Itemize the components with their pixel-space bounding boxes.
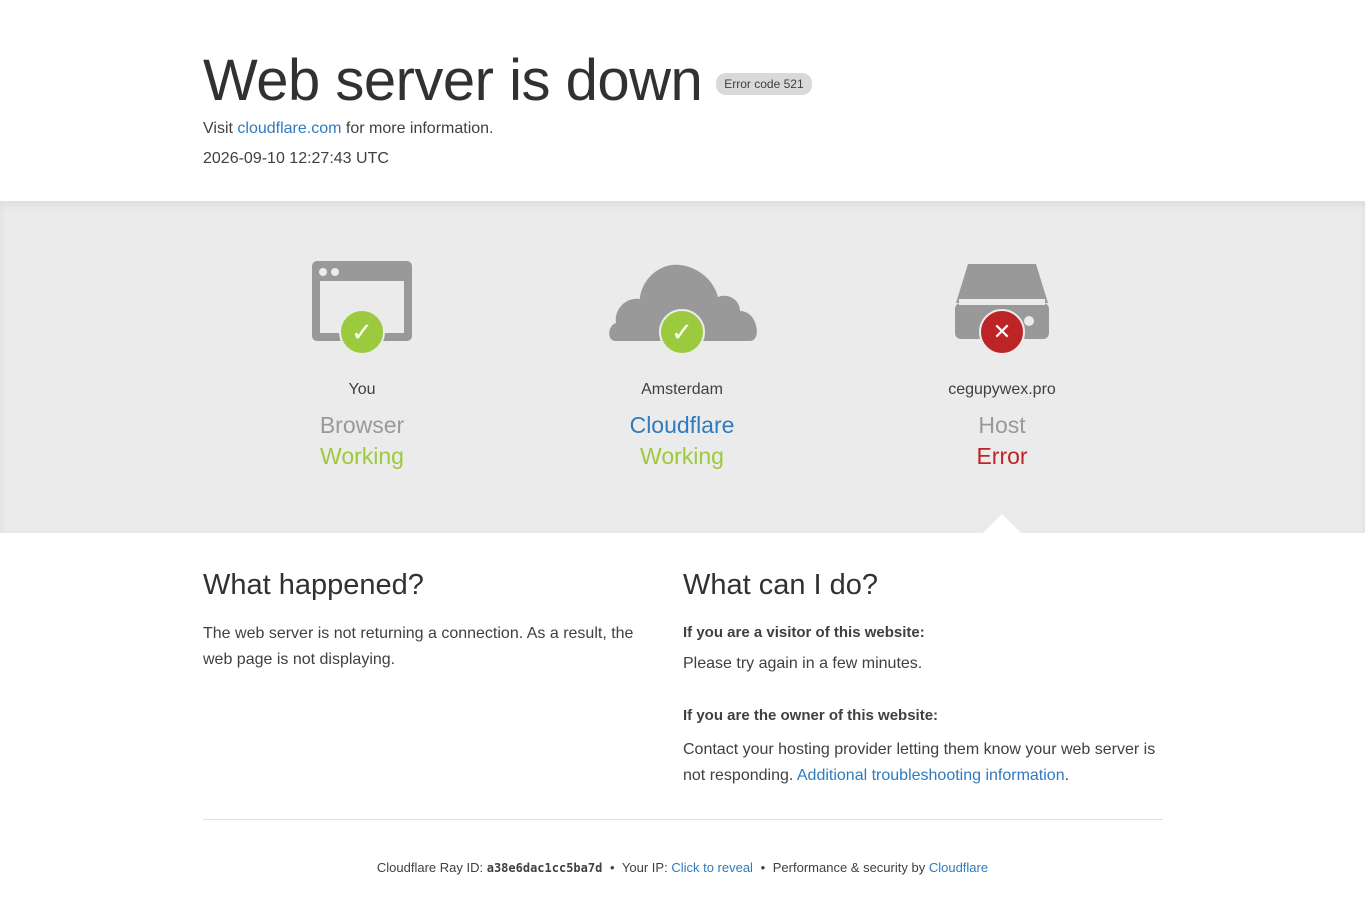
title-row: Web server is down Error code 521 — [203, 46, 812, 116]
cross-icon: ✕ — [979, 309, 1025, 355]
host-kind: Host — [978, 412, 1026, 438]
info-section: What happened? The web server is not ret… — [0, 533, 1365, 819]
visit-line: Visit cloudflare.com for more informatio… — [203, 120, 494, 138]
footer-bullet: • — [609, 860, 615, 875]
error-pointer-notch — [982, 514, 1022, 534]
host-location: cegupywex.pro — [948, 381, 1056, 398]
cloudflare-location: Amsterdam — [641, 381, 723, 398]
timestamp: 2026-09-10 12:27:43 UTC — [203, 150, 389, 167]
visit-prefix: Visit — [203, 120, 233, 137]
what-happened-heading: What happened? — [203, 569, 424, 601]
cloudflare-link[interactable]: cloudflare.com — [237, 120, 341, 137]
footer-cloudflare-link[interactable]: Cloudflare — [929, 860, 988, 875]
perf-label: Performance & security by — [772, 860, 926, 875]
visit-suffix: for more information. — [345, 120, 494, 137]
visitor-answer: Please try again in a few minutes. — [683, 655, 923, 672]
browser-location: You — [348, 381, 376, 398]
browser-state: Working — [320, 443, 404, 469]
footer: Cloudflare Ray ID: a38e6dac1cc5ba7d • Yo… — [0, 860, 1365, 875]
owner-answer: Contact your hosting provider letting th… — [683, 737, 1163, 789]
owner-question: If you are the owner of this website: — [683, 707, 939, 724]
reveal-ip-link[interactable]: Click to reveal — [671, 860, 753, 875]
browser-kind: Browser — [319, 412, 405, 438]
page-title: Web server is down — [203, 48, 703, 113]
ray-label: Cloudflare Ray ID: — [376, 860, 484, 875]
what-happened-body: The web server is not returning a connec… — [203, 625, 634, 668]
footer-bullet: • — [760, 860, 766, 875]
ip-label: Your IP: — [621, 860, 668, 875]
what-can-i-do-heading: What can I do? — [683, 569, 879, 601]
troubleshooting-link[interactable]: Additional troubleshooting information — [797, 767, 1065, 784]
cloudflare-state: Working — [640, 443, 724, 469]
cloudflare-kind-link[interactable]: Cloudflare — [522, 412, 842, 439]
ray-id: a38e6dac1cc5ba7d — [486, 861, 603, 875]
page-header: Web server is down Error code 521 Visit … — [0, 0, 1365, 201]
status-band: ✓ You Browser Working ✓ Amsterdam Cloudf… — [0, 201, 1365, 534]
owner-answer-end: . — [1064, 767, 1070, 784]
visitor-question: If you are a visitor of this website: — [683, 624, 925, 641]
check-icon: ✓ — [659, 309, 705, 355]
host-state: Error — [976, 443, 1028, 469]
footer-divider — [203, 819, 1163, 820]
check-icon: ✓ — [339, 309, 385, 355]
error-code-badge: Error code 521 — [716, 73, 812, 95]
